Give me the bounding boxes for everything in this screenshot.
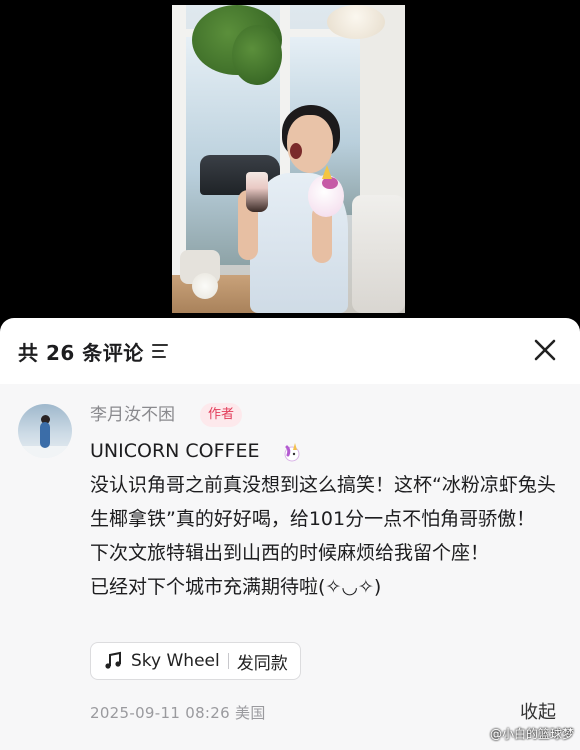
comment-body: UNICORN COFFEE 没认识角哥之前真没想到这么搞笑！这杯“冰粉凉虾兔头… [90,440,556,598]
music-chip-divider [227,653,229,669]
unicorn-emoji-icon [284,443,300,462]
avatar[interactable] [18,404,72,458]
author-badge: 作者 [200,403,243,427]
video-player[interactable] [0,0,580,318]
collapse-button[interactable]: 收起 [520,698,556,724]
comment-item: 李月汝不困 作者 UNICORN COFFEE 没认识角哥之前真没想到这么搞笑！… [0,384,580,750]
comment-location: 美国 [235,704,266,722]
comments-header: 共 26 条评论 [0,318,580,384]
music-song-title: Sky Wheel [131,651,220,671]
comment-count-title: 共 26 条评论 [18,340,144,365]
comment-timestamp: 2025-09-11 08:26 [90,704,230,722]
comments-sheet: 共 26 条评论 李月汝不困 作者 UNICORN COFFEE 没认识角哥之前… [0,318,580,750]
music-chip-button[interactable]: Sky Wheel 发同款 [90,642,301,680]
music-note-icon [105,651,121,669]
comment-username[interactable]: 李月汝不困 [90,404,175,426]
use-same-sound-label: 发同款 [236,653,288,674]
comment-text: UNICORN COFFEE 没认识角哥之前真没想到这么搞笑！这杯“冰粉凉虾兔头… [90,434,560,604]
close-icon[interactable] [530,335,560,365]
comment-meta: 2025-09-11 08:26 美国 [90,702,266,723]
video-frame-image [172,5,405,313]
sort-lines-icon[interactable] [151,344,170,358]
watermark-text: @小白的篮球梦 [489,727,574,741]
